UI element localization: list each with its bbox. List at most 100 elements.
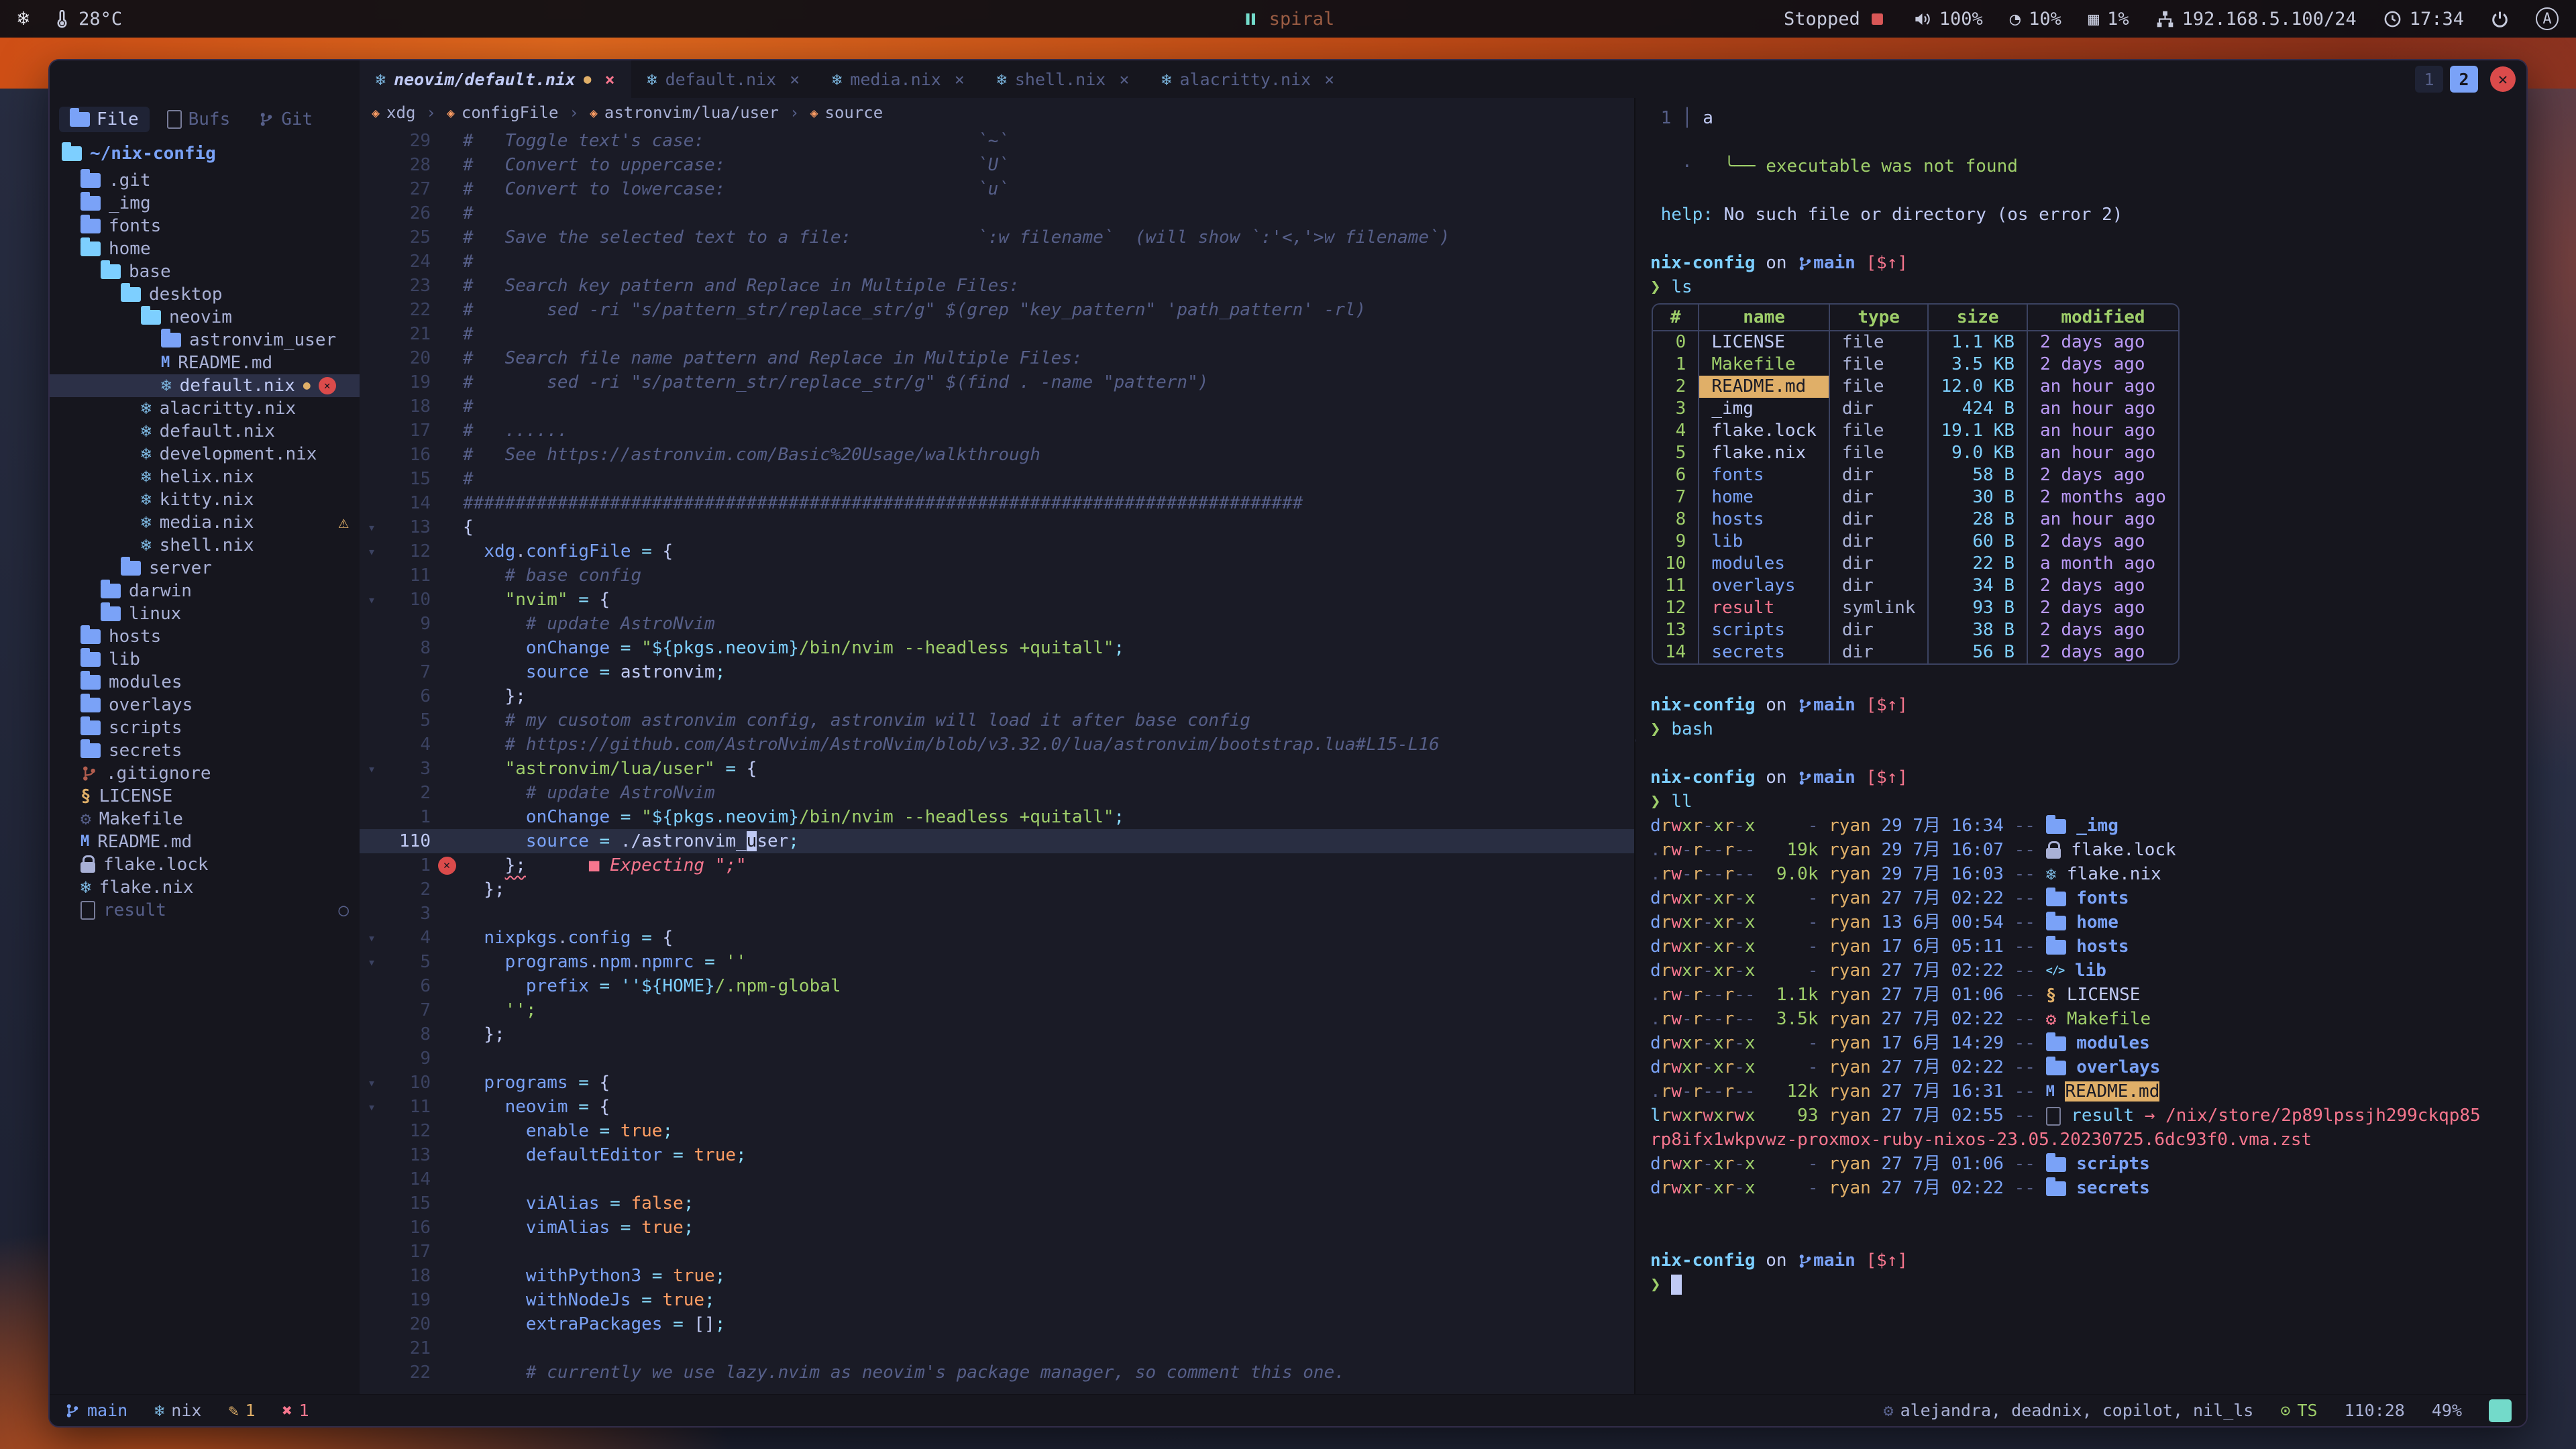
editor[interactable]: 29# Toggle text's case: `~`28# Convert t… <box>360 127 1634 1394</box>
tree-item[interactable]: desktop <box>50 283 360 306</box>
fold-indicator[interactable]: ▾ <box>360 1071 384 1095</box>
tab-page-indicator[interactable]: 2 <box>2450 66 2478 93</box>
fold-indicator[interactable]: ▾ <box>360 757 384 781</box>
volume-widget[interactable]: 100% <box>1913 9 1983 30</box>
tree-item[interactable]: ❄kitty.nix <box>50 488 360 511</box>
fold-indicator[interactable] <box>360 1022 384 1046</box>
breadcrumb-item[interactable]: ◈astronvim/lua/user <box>590 103 779 122</box>
fold-indicator[interactable] <box>360 1360 384 1385</box>
fold-indicator[interactable] <box>360 733 384 757</box>
tree-item[interactable]: ❄flake.nix <box>50 876 360 899</box>
fold-indicator[interactable]: ▾ <box>360 926 384 950</box>
tree-item[interactable]: result○ <box>50 899 360 922</box>
temperature-widget[interactable]: 28°C <box>52 9 122 30</box>
fold-indicator[interactable] <box>360 1240 384 1264</box>
fold-indicator[interactable] <box>360 419 384 443</box>
service-status-widget[interactable]: Stopped <box>1784 9 1886 30</box>
fold-indicator[interactable]: ▾ <box>360 588 384 612</box>
tab-close-icon[interactable]: × <box>604 70 614 89</box>
fold-indicator[interactable] <box>360 346 384 370</box>
close-icon[interactable]: ✕ <box>2490 66 2516 92</box>
fold-indicator[interactable] <box>360 1264 384 1288</box>
fold-indicator[interactable] <box>360 274 384 298</box>
tree-item[interactable]: hosts <box>50 625 360 648</box>
fold-indicator[interactable] <box>360 322 384 346</box>
tab-page-indicator[interactable]: 1 <box>2415 66 2443 93</box>
tree-item[interactable]: overlays <box>50 694 360 716</box>
tree-item[interactable]: _img <box>50 192 360 215</box>
fold-indicator[interactable] <box>360 684 384 708</box>
fold-indicator[interactable] <box>360 829 384 853</box>
tree-item[interactable]: neovim <box>50 306 360 329</box>
breadcrumb-item[interactable]: ◈configFile <box>447 103 559 122</box>
fold-indicator[interactable] <box>360 974 384 998</box>
fold-indicator[interactable] <box>360 467 384 491</box>
fold-indicator[interactable] <box>360 370 384 394</box>
tree-item[interactable]: §LICENSE <box>50 785 360 808</box>
buffer-tab[interactable]: ❄neovim/default.nix●× <box>360 60 631 98</box>
tab-close-icon[interactable]: × <box>955 70 965 89</box>
fold-indicator[interactable] <box>360 877 384 902</box>
network-widget[interactable]: 192.168.5.100/24 <box>2156 9 2357 30</box>
tree-item[interactable]: linux <box>50 602 360 625</box>
tab-close-icon[interactable]: × <box>1324 70 1334 89</box>
tree-item[interactable]: ❄helix.nix <box>50 466 360 488</box>
buffer-tab[interactable]: ❄media.nix× <box>816 60 981 98</box>
tree-item[interactable]: home <box>50 237 360 260</box>
tree-item[interactable]: darwin <box>50 580 360 602</box>
fold-indicator[interactable] <box>360 660 384 684</box>
fold-indicator[interactable] <box>360 902 384 926</box>
fold-indicator[interactable] <box>360 805 384 829</box>
buffer-tab[interactable]: ❄default.nix× <box>631 60 816 98</box>
fold-indicator[interactable]: ▾ <box>360 1095 384 1119</box>
fold-indicator[interactable] <box>360 225 384 250</box>
breadcrumb-item[interactable]: ◈xdg <box>372 103 415 122</box>
fold-indicator[interactable] <box>360 564 384 588</box>
fold-indicator[interactable] <box>360 394 384 419</box>
tree-item[interactable]: ⚙Makefile <box>50 808 360 830</box>
fold-indicator[interactable] <box>360 1288 384 1312</box>
fold-indicator[interactable] <box>360 1167 384 1191</box>
buffer-tab[interactable]: ❄shell.nix× <box>981 60 1146 98</box>
fold-indicator[interactable]: ▾ <box>360 950 384 974</box>
memory-widget[interactable]: ▦ 1% <box>2088 9 2129 30</box>
tree-item[interactable]: ❄shell.nix <box>50 534 360 557</box>
fold-indicator[interactable]: ▾ <box>360 515 384 539</box>
clock-widget[interactable]: 17:34 <box>2383 9 2464 30</box>
disk-widget[interactable]: ◔ 10% <box>2010 9 2061 30</box>
fold-indicator[interactable] <box>360 201 384 225</box>
sidebar-tab-git[interactable]: Git <box>248 107 323 132</box>
tree-item[interactable]: server <box>50 557 360 580</box>
fold-indicator[interactable] <box>360 250 384 274</box>
fold-indicator[interactable] <box>360 998 384 1022</box>
tab-close-icon[interactable]: × <box>790 70 800 89</box>
sidebar-tab-file[interactable]: File <box>59 107 150 132</box>
nix-logo-icon[interactable]: ❄ <box>17 9 30 29</box>
tree-item[interactable]: secrets <box>50 739 360 762</box>
fold-indicator[interactable] <box>360 781 384 805</box>
fold-indicator[interactable]: ▾ <box>360 539 384 564</box>
sidebar-tab-bufs[interactable]: Bufs <box>156 107 241 132</box>
tree-item[interactable]: ❄development.nix <box>50 443 360 466</box>
tree-item[interactable]: ❄alacritty.nix <box>50 397 360 420</box>
tree-root[interactable]: ~/nix-config <box>50 138 360 169</box>
fold-indicator[interactable] <box>360 1336 384 1360</box>
fold-indicator[interactable] <box>360 129 384 153</box>
fold-indicator[interactable] <box>360 1046 384 1071</box>
tree-item[interactable]: ❄default.nix <box>50 420 360 443</box>
fold-indicator[interactable] <box>360 1216 384 1240</box>
tree-item[interactable]: modules <box>50 671 360 694</box>
breadcrumb-item[interactable]: ◈source <box>810 103 883 122</box>
tree-item[interactable]: astronvim_user <box>50 329 360 352</box>
fold-indicator[interactable] <box>360 853 384 877</box>
tree-item[interactable]: .gitignore <box>50 762 360 785</box>
tree-item[interactable]: .git <box>50 169 360 192</box>
fold-indicator[interactable] <box>360 491 384 515</box>
tree-item[interactable]: base <box>50 260 360 283</box>
tab-close-icon[interactable]: × <box>1119 70 1129 89</box>
fold-indicator[interactable] <box>360 1312 384 1336</box>
fold-indicator[interactable] <box>360 612 384 636</box>
fold-indicator[interactable] <box>360 298 384 322</box>
keyboard-layout-indicator[interactable]: A <box>2536 7 2559 30</box>
fold-indicator[interactable] <box>360 1191 384 1216</box>
